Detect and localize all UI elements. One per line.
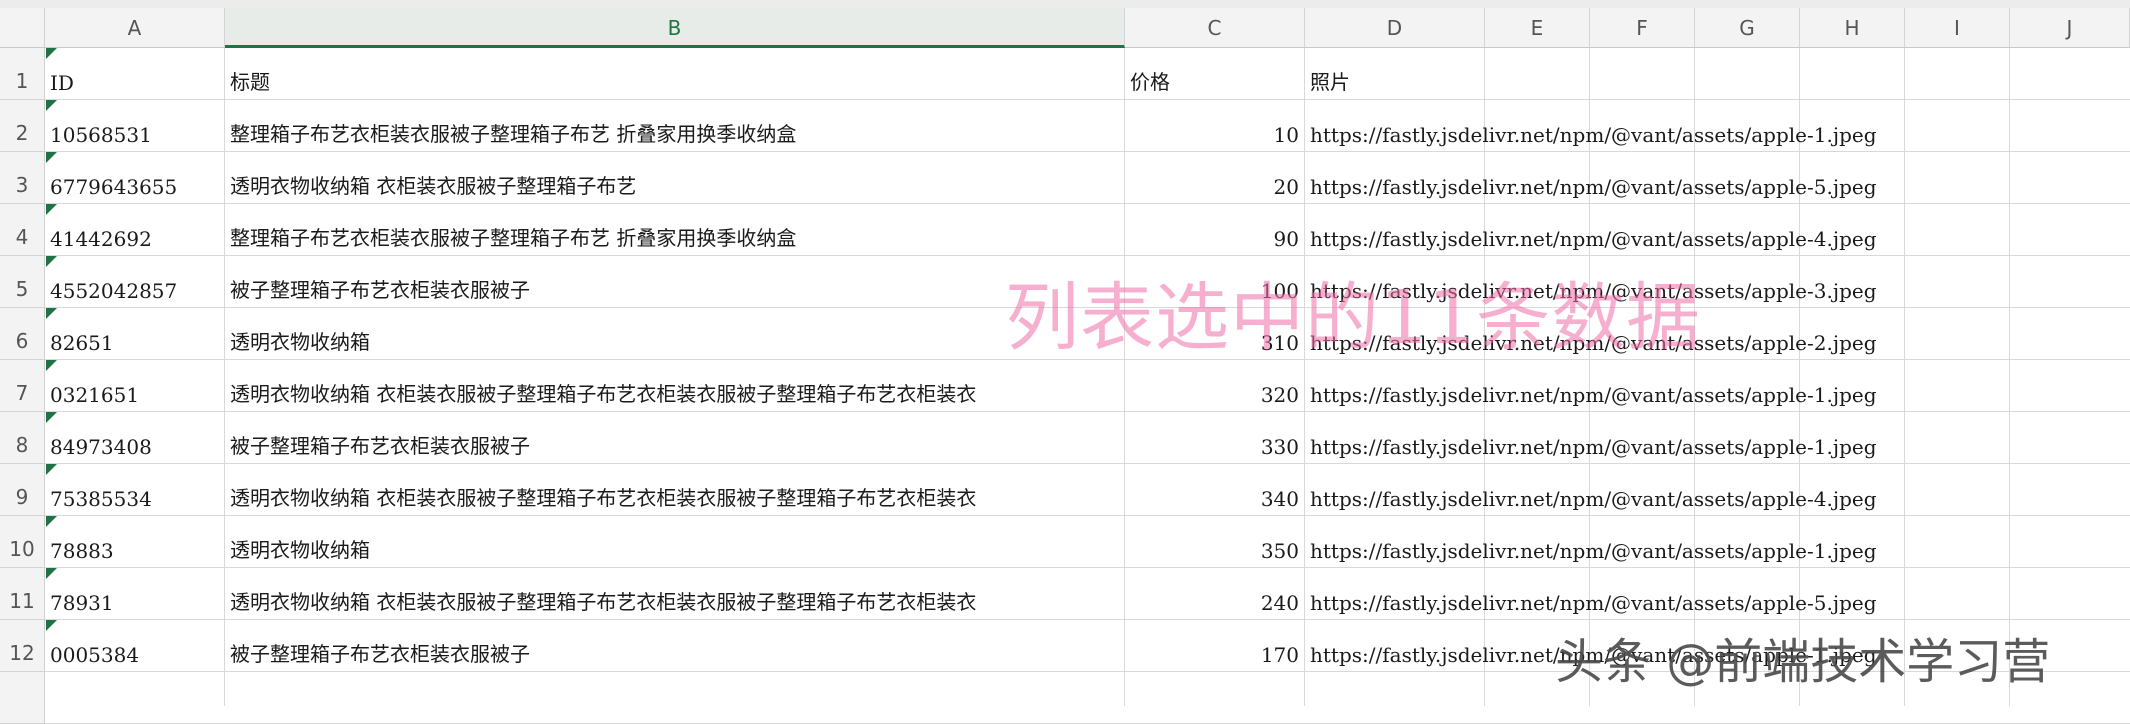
cell-id[interactable]: 84973408 — [45, 412, 225, 464]
cell-price[interactable]: 240 — [1125, 568, 1305, 620]
cell-id[interactable]: 0321651 — [45, 360, 225, 412]
cell-title[interactable]: 透明衣物收纳箱 — [225, 308, 1125, 360]
cell-photo[interactable]: https://fastly.jsdelivr.net/npm/@vant/as… — [1305, 152, 1877, 204]
text-number-indicator-icon — [46, 464, 57, 475]
cell-id[interactable]: 41442692 — [45, 204, 225, 256]
cell-title[interactable]: 被子整理箱子布艺衣柜装衣服被子 — [225, 256, 1125, 308]
cell-photo[interactable]: https://fastly.jsdelivr.net/npm/@vant/as… — [1305, 464, 1877, 516]
row-header[interactable]: 12 — [0, 620, 45, 672]
column-header-j[interactable]: J — [2010, 8, 2130, 48]
column-header-i[interactable]: I — [1905, 8, 2010, 48]
cell-photo[interactable]: https://fastly.jsdelivr.net/npm/@vant/as… — [1305, 620, 1877, 672]
cell-title[interactable]: 整理箱子布艺衣柜装衣服被子整理箱子布艺 折叠家用换季收纳盒 — [225, 204, 1125, 256]
row-header[interactable]: 8 — [0, 412, 45, 464]
cell-title[interactable]: 透明衣物收纳箱 衣柜装衣服被子整理箱子布艺衣柜装衣服被子整理箱子布艺衣柜装衣 — [225, 568, 1125, 620]
cell-id[interactable]: ID — [45, 48, 225, 100]
cell-price[interactable]: 100 — [1125, 256, 1305, 308]
cell-id[interactable]: 82651 — [45, 308, 225, 360]
cell-price[interactable]: 330 — [1125, 412, 1305, 464]
cell-id[interactable]: 4552042857 — [45, 256, 225, 308]
cell-id[interactable]: 78931 — [45, 568, 225, 620]
cell-id[interactable]: 6779643655 — [45, 152, 225, 204]
cell-title[interactable]: 透明衣物收纳箱 衣柜装衣服被子整理箱子布艺 — [225, 152, 1125, 204]
cell-title[interactable]: 透明衣物收纳箱 衣柜装衣服被子整理箱子布艺衣柜装衣服被子整理箱子布艺衣柜装衣 — [225, 360, 1125, 412]
cell-title[interactable]: 透明衣物收纳箱 — [225, 516, 1125, 568]
cell-price[interactable]: 320 — [1125, 360, 1305, 412]
column-header-h[interactable]: H — [1800, 8, 1905, 48]
cell-id[interactable]: 0005384 — [45, 620, 225, 672]
text-number-indicator-icon — [46, 100, 57, 111]
cell-price[interactable]: 170 — [1125, 620, 1305, 672]
text-number-indicator-icon — [46, 360, 57, 371]
row-header[interactable]: 7 — [0, 360, 45, 412]
grid-line — [2009, 48, 2010, 706]
cell-title[interactable]: 标题 — [225, 48, 1125, 100]
cell-photo[interactable]: https://fastly.jsdelivr.net/npm/@vant/as… — [1305, 568, 1877, 620]
text-number-indicator-icon — [46, 308, 57, 319]
row-header[interactable]: 5 — [0, 256, 45, 308]
cell-title[interactable]: 透明衣物收纳箱 衣柜装衣服被子整理箱子布艺衣柜装衣服被子整理箱子布艺衣柜装衣 — [225, 464, 1125, 516]
text-number-indicator-icon — [46, 568, 57, 579]
row-header[interactable]: 9 — [0, 464, 45, 516]
cell-photo[interactable]: https://fastly.jsdelivr.net/npm/@vant/as… — [1305, 204, 1877, 256]
cell-id[interactable]: 10568531 — [45, 100, 225, 152]
row-header[interactable]: 2 — [0, 100, 45, 152]
row-header[interactable]: 10 — [0, 516, 45, 568]
text-number-indicator-icon — [46, 48, 57, 59]
cell-title[interactable]: 被子整理箱子布艺衣柜装衣服被子 — [225, 620, 1125, 672]
column-header-c[interactable]: C — [1125, 8, 1305, 48]
cell-photo[interactable]: https://fastly.jsdelivr.net/npm/@vant/as… — [1305, 100, 1877, 152]
cell-price[interactable]: 350 — [1125, 516, 1305, 568]
cell-price[interactable]: 20 — [1125, 152, 1305, 204]
column-header-d[interactable]: D — [1305, 8, 1485, 48]
column-header-f[interactable]: F — [1590, 8, 1695, 48]
cell-price[interactable]: 10 — [1125, 100, 1305, 152]
cell-title[interactable]: 被子整理箱子布艺衣柜装衣服被子 — [225, 412, 1125, 464]
cell-photo[interactable]: https://fastly.jsdelivr.net/npm/@vant/as… — [1305, 516, 1877, 568]
text-number-indicator-icon — [46, 620, 57, 631]
row-header[interactable] — [0, 672, 45, 724]
row-header[interactable]: 1 — [0, 48, 45, 100]
cell-photo[interactable]: https://fastly.jsdelivr.net/npm/@vant/as… — [1305, 412, 1877, 464]
grid-line — [1904, 48, 1905, 706]
cell-photo[interactable]: 照片 — [1305, 48, 1485, 100]
text-number-indicator-icon — [46, 152, 57, 163]
spreadsheet-grid[interactable]: A B C D E F G H I J 1 ID 标题 价格 照片 2 10568531 整理箱子布艺衣柜装衣服被… — [0, 8, 2130, 724]
cell-id[interactable]: 78883 — [45, 516, 225, 568]
column-header-g[interactable]: G — [1695, 8, 1800, 48]
row-header[interactable]: 3 — [0, 152, 45, 204]
column-header-e[interactable]: E — [1485, 8, 1590, 48]
cell-id[interactable]: 75385534 — [45, 464, 225, 516]
cell-price[interactable]: 价格 — [1125, 48, 1305, 100]
column-header-a[interactable]: A — [45, 8, 225, 48]
cell-photo[interactable]: https://fastly.jsdelivr.net/npm/@vant/as… — [1305, 256, 1877, 308]
text-number-indicator-icon — [46, 256, 57, 267]
text-number-indicator-icon — [46, 204, 57, 215]
row-header[interactable]: 6 — [0, 308, 45, 360]
row-header[interactable]: 4 — [0, 204, 45, 256]
select-all-corner[interactable] — [0, 8, 45, 48]
column-header-b[interactable]: B — [225, 8, 1125, 48]
cell-photo[interactable]: https://fastly.jsdelivr.net/npm/@vant/as… — [1305, 308, 1877, 360]
cell-price[interactable]: 310 — [1125, 308, 1305, 360]
cell-title[interactable]: 整理箱子布艺衣柜装衣服被子整理箱子布艺 折叠家用换季收纳盒 — [225, 100, 1125, 152]
cell-photo[interactable]: https://fastly.jsdelivr.net/npm/@vant/as… — [1305, 360, 1877, 412]
cell-price[interactable]: 340 — [1125, 464, 1305, 516]
text-number-indicator-icon — [46, 516, 57, 527]
row-header[interactable]: 11 — [0, 568, 45, 620]
cell-price[interactable]: 90 — [1125, 204, 1305, 256]
text-number-indicator-icon — [46, 412, 57, 423]
